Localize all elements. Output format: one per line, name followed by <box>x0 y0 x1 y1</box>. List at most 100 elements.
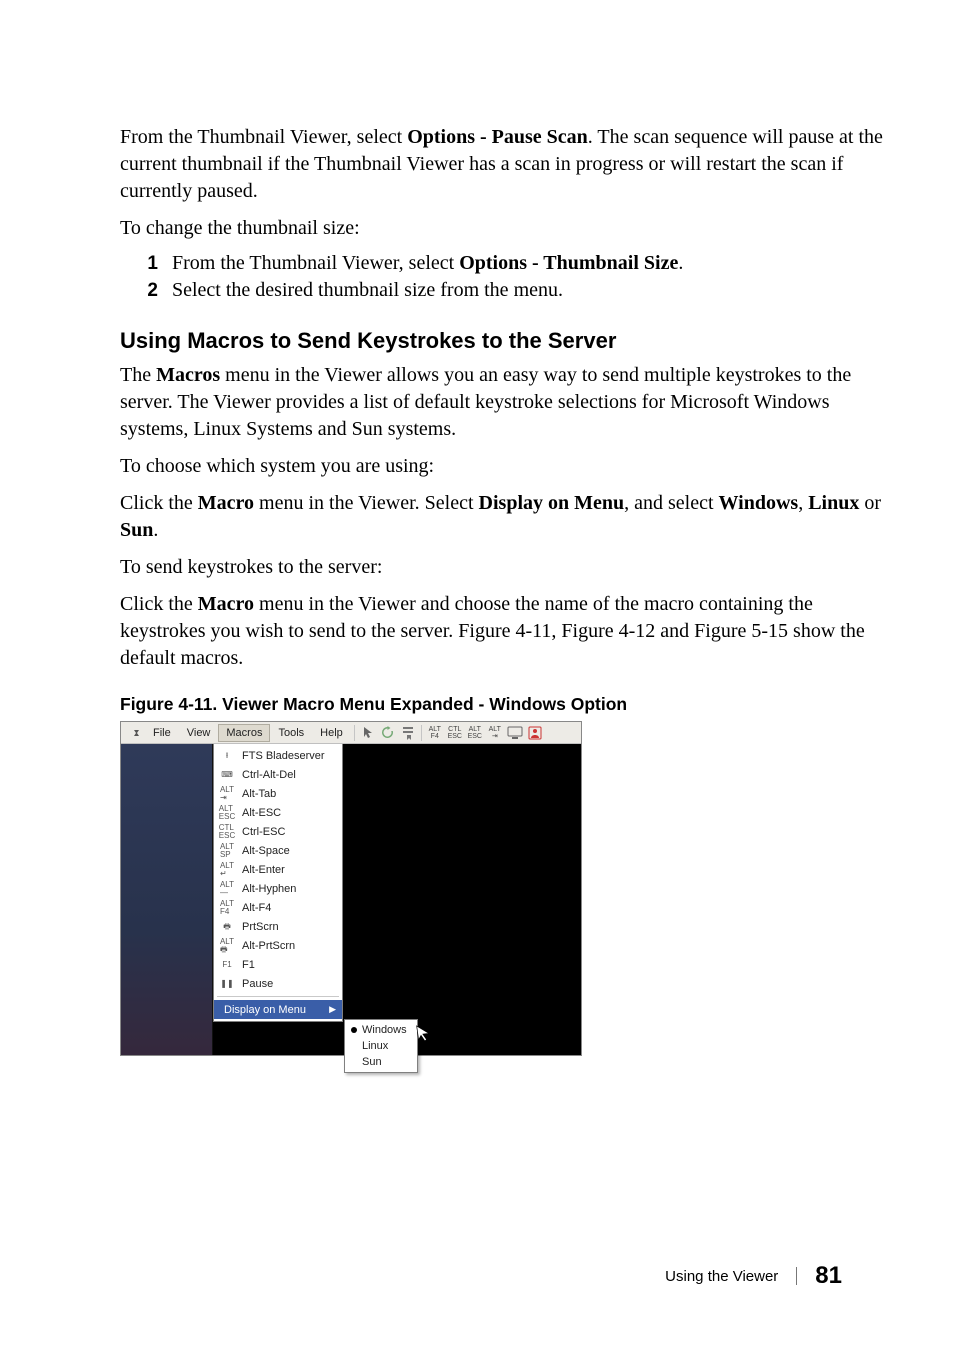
menu-file[interactable]: File <box>145 724 179 742</box>
radio-checked-icon <box>351 1027 357 1033</box>
refresh-icon[interactable] <box>378 724 398 742</box>
macro-label: PrtScrn <box>242 921 279 933</box>
keyboard-icon: ⌨ <box>218 768 236 782</box>
text: or <box>859 492 881 514</box>
printscreen-icon: 🖶 <box>218 920 236 934</box>
radio-unchecked-icon <box>351 1043 357 1049</box>
pin-icon[interactable] <box>125 724 145 742</box>
text: The <box>120 364 156 386</box>
macro-item-alt-prtscrn[interactable]: ALT 🖶 Alt-PrtScrn <box>214 936 342 955</box>
submenu-item-sun[interactable]: Sun <box>345 1054 417 1070</box>
shortcut-icon: CTL ESC <box>218 825 236 839</box>
macro-item-alt-f4[interactable]: ALT F4 Alt-F4 <box>214 898 342 917</box>
paragraph-macro-click: Click the Macro menu in the Viewer and c… <box>120 591 894 672</box>
text-bold: Macro <box>198 492 254 514</box>
step-text: Select the desired thumbnail size from t… <box>172 279 563 302</box>
shortcut-alt-f4-icon[interactable]: ALT F4 <box>425 724 445 742</box>
shortcut-icon: ALT ↵ <box>218 863 236 877</box>
step-text: From the Thumbnail Viewer, select Option… <box>172 252 683 275</box>
macros-dropdown: ⭱FTS Bladeserver ⌨Ctrl-Alt-Del ALT ⇥Alt-… <box>213 744 343 1022</box>
toolbar-separator <box>421 725 422 741</box>
macro-item-alt-hyphen[interactable]: ALT — Alt-Hyphen <box>214 879 342 898</box>
menu-separator <box>217 996 339 997</box>
section-heading: Using Macros to Send Keystrokes to the S… <box>120 328 894 354</box>
macro-label: Alt-PrtScrn <box>242 940 295 952</box>
paragraph-display-on-menu: Click the Macro menu in the Viewer. Sele… <box>120 490 894 544</box>
cursor-icon[interactable] <box>358 724 378 742</box>
macro-label: Alt-F4 <box>242 902 271 914</box>
viewer-thumbnail-strip <box>121 744 213 1055</box>
cursor-icon: ⭱ <box>218 749 236 763</box>
macro-label: Alt-ESC <box>242 807 281 819</box>
macro-item-f1[interactable]: F1F1 <box>214 955 342 974</box>
text: , and select <box>624 492 718 514</box>
macro-item-pause[interactable]: ❚❚ Pause <box>214 974 342 993</box>
monitor-icon[interactable] <box>505 724 525 742</box>
step-2: 2 Select the desired thumbnail size from… <box>120 279 894 302</box>
paragraph-change-size: To change the thumbnail size: <box>120 215 894 242</box>
submenu-label: Sun <box>362 1056 382 1068</box>
shortcut-icon: ALT ⇥ <box>218 787 236 801</box>
shortcut-alt-esc-icon[interactable]: ALT ESC <box>465 724 485 742</box>
text: From the Thumbnail Viewer, select <box>172 252 459 274</box>
numbered-steps: 1 From the Thumbnail Viewer, select Opti… <box>120 252 894 302</box>
shortcut-icon: ALT 🖶 <box>218 939 236 953</box>
paragraph-send-keystrokes: To send keystrokes to the server: <box>120 554 894 581</box>
submenu-item-linux[interactable]: Linux <box>345 1038 417 1054</box>
macro-label: Alt-Enter <box>242 864 285 876</box>
viewer-menubar: File View Macros Tools Help ALT F4 CTL E… <box>121 722 581 744</box>
align-icon[interactable] <box>398 724 418 742</box>
macro-item-display-on-menu[interactable]: Display on Menu ▶ <box>214 1000 342 1019</box>
submenu-label: Windows <box>362 1024 407 1036</box>
submenu-item-windows[interactable]: Windows <box>345 1022 417 1038</box>
text: From the Thumbnail Viewer, select <box>120 126 407 148</box>
paragraph-choose-system: To choose which system you are using: <box>120 453 894 480</box>
macro-label: Alt-Space <box>242 845 290 857</box>
macro-label: Ctrl-Alt-Del <box>242 769 296 781</box>
text-bold: Windows <box>719 492 799 514</box>
macro-label: Pause <box>242 978 273 990</box>
figure-screenshot: File View Macros Tools Help ALT F4 CTL E… <box>120 721 582 1056</box>
person-icon[interactable] <box>525 724 545 742</box>
macro-item-prtscrn[interactable]: 🖶 PrtScrn <box>214 917 342 936</box>
toolbar-separator <box>354 725 355 741</box>
text-bold: Display on Menu <box>479 492 625 514</box>
macro-item-alt-esc[interactable]: ALT ESC Alt-ESC <box>214 803 342 822</box>
menu-help[interactable]: Help <box>312 724 351 742</box>
macro-item-ctrl-esc[interactable]: CTL ESCCtrl-ESC <box>214 822 342 841</box>
shortcut-icon: ALT F4 <box>218 901 236 915</box>
shortcut-icon: ALT SP <box>218 844 236 858</box>
text-bold: Sun <box>120 519 153 541</box>
macro-item-ctrl-alt-del[interactable]: ⌨ Ctrl-Alt-Del <box>214 765 342 784</box>
text-bold: Options - Thumbnail Size <box>459 252 678 274</box>
text-bold: Options - Pause Scan <box>407 126 588 148</box>
shortcut-icon: ALT ESC <box>218 806 236 820</box>
page-footer: Using the Viewer 81 <box>665 1262 842 1290</box>
macro-item-alt-tab[interactable]: ALT ⇥Alt-Tab <box>214 784 342 803</box>
text-bold: Macro <box>198 593 254 615</box>
text-bold: Linux <box>808 492 859 514</box>
text-bold: Macros <box>156 364 220 386</box>
macro-label: Alt-Hyphen <box>242 883 296 895</box>
shortcut-alt-tab-icon[interactable]: ALT ⇥ <box>485 724 505 742</box>
step-1: 1 From the Thumbnail Viewer, select Opti… <box>120 252 894 275</box>
shortcut-ctl-esc-icon[interactable]: CTL ESC <box>445 724 465 742</box>
text: , <box>798 492 808 514</box>
shortcut-icon: ALT — <box>218 882 236 896</box>
menu-tools[interactable]: Tools <box>270 724 312 742</box>
macro-item-alt-enter[interactable]: ALT ↵ Alt-Enter <box>214 860 342 879</box>
menu-macros[interactable]: Macros <box>218 724 270 742</box>
paragraph-pause-scan: From the Thumbnail Viewer, select Option… <box>120 124 894 205</box>
macro-item-alt-space[interactable]: ALT SP Alt-Space <box>214 841 342 860</box>
footer-page-number: 81 <box>815 1262 842 1290</box>
step-number: 1 <box>140 253 158 275</box>
macro-item-fts-bladeserver[interactable]: ⭱FTS Bladeserver <box>214 746 342 765</box>
submenu-arrow-icon: ▶ <box>329 1004 336 1015</box>
paragraph-macros-intro: The Macros menu in the Viewer allows you… <box>120 362 894 443</box>
pause-icon: ❚❚ <box>218 977 236 991</box>
submenu-label: Linux <box>362 1040 388 1052</box>
step-number: 2 <box>140 280 158 302</box>
shortcut-icon: F1 <box>218 958 236 972</box>
menu-view[interactable]: View <box>179 724 219 742</box>
radio-unchecked-icon <box>351 1059 357 1065</box>
